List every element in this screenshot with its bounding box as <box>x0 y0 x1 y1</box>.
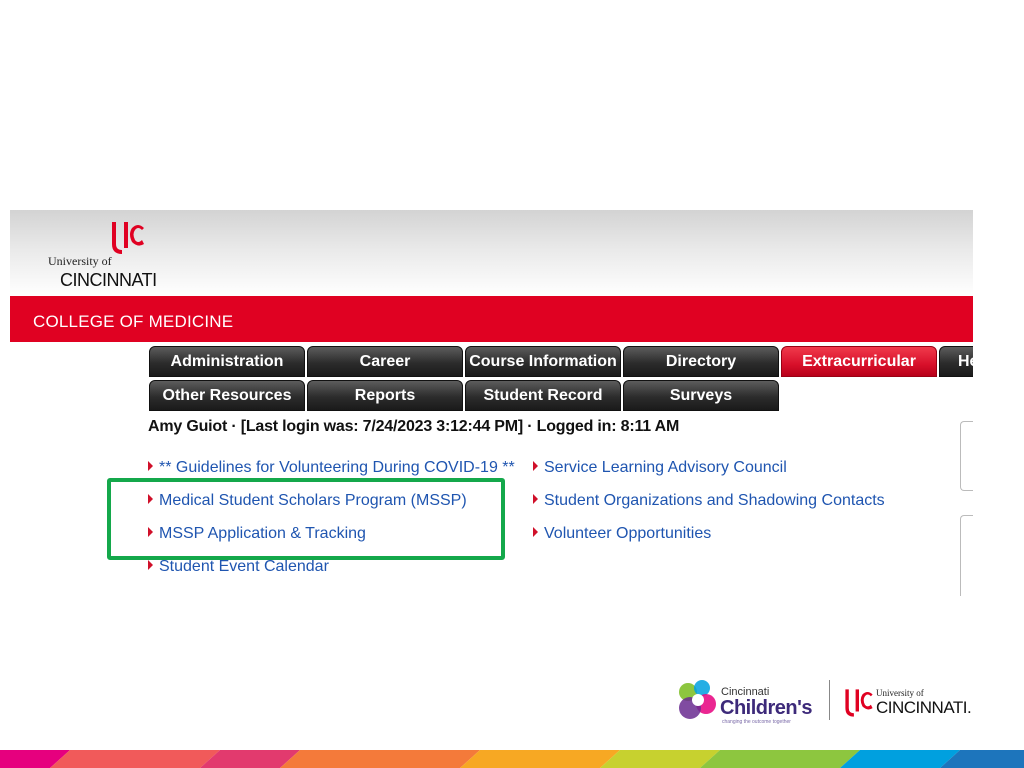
uc-mark-icon <box>845 689 873 717</box>
tab-administration[interactable]: Administration <box>149 346 305 377</box>
tab-extracurricular[interactable]: Extracurricular <box>781 346 937 377</box>
arrow-bullet-icon <box>148 461 153 471</box>
main-tabs: Administration Career Course Information… <box>149 346 973 412</box>
university-of-text: University of <box>48 254 112 268</box>
link-list-right: Service Learning Advisory Council Studen… <box>533 458 885 557</box>
cch-name: Children's <box>720 697 813 719</box>
link-student-organizations[interactable]: Student Organizations and Shadowing Cont… <box>533 491 885 524</box>
link-service-learning[interactable]: Service Learning Advisory Council <box>533 458 885 491</box>
footer-logos: Cincinnati Children's changing the outco… <box>676 676 986 728</box>
highlight-box <box>107 478 505 560</box>
site-header: University of CINCINNATI <box>10 210 973 296</box>
arrow-bullet-icon <box>533 527 538 537</box>
tab-career[interactable]: Career <box>307 346 463 377</box>
tab-course-information[interactable]: Course Information <box>465 346 621 377</box>
uc-footer-name: CINCINNATI. <box>876 698 972 717</box>
tab-other-resources[interactable]: Other Resources <box>149 380 305 411</box>
arrow-bullet-icon <box>148 560 153 570</box>
footer-divider <box>829 680 830 720</box>
tab-student-record[interactable]: Student Record <box>465 380 621 411</box>
college-bar: COLLEGE OF MEDICINE <box>10 296 973 342</box>
college-title: COLLEGE OF MEDICINE <box>33 312 234 331</box>
cch-tagline: changing the outcome together <box>722 719 791 725</box>
tab-reports[interactable]: Reports <box>307 380 463 411</box>
link-student-event-calendar[interactable]: Student Event Calendar <box>148 557 515 590</box>
uc-mark-icon <box>112 222 144 254</box>
decorative-color-band <box>0 750 1024 768</box>
university-name: CINCINNATI <box>60 270 157 290</box>
uc-logo[interactable]: University of CINCINNATI <box>46 218 166 290</box>
tab-directory[interactable]: Directory <box>623 346 779 377</box>
side-panel-edge <box>960 515 973 596</box>
side-panel-edge <box>960 421 973 491</box>
tab-help[interactable]: He <box>939 346 973 377</box>
cincinnati-childrens-logo-icon <box>679 680 716 719</box>
tab-surveys[interactable]: Surveys <box>623 380 779 411</box>
arrow-bullet-icon <box>533 494 538 504</box>
link-volunteer-opportunities[interactable]: Volunteer Opportunities <box>533 524 885 557</box>
uc-footer-of: University of <box>876 688 924 698</box>
login-status: Amy Guiot · [Last login was: 7/24/2023 3… <box>148 418 680 435</box>
arrow-bullet-icon <box>533 461 538 471</box>
